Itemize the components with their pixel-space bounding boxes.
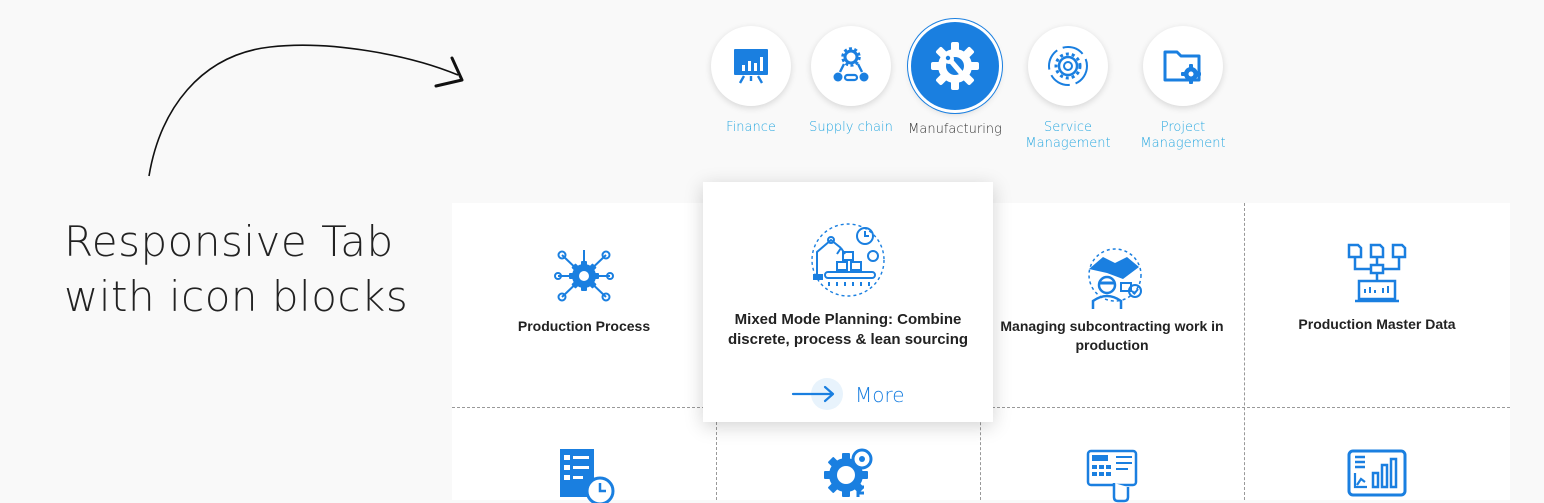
- gear-network-icon: [554, 250, 614, 302]
- handshake-worker-icon: [1088, 248, 1142, 309]
- arrow-right-icon: [791, 385, 835, 403]
- promo-line-2: with icon blocks: [64, 272, 409, 321]
- tab-bar: Finance Supply chain Manufacturing Servi…: [700, 20, 1240, 160]
- block-mixed-mode-planning[interactable]: Mixed Mode Planning: Combine discrete, p…: [703, 182, 993, 422]
- tab-manufacturing-circle: [911, 22, 999, 110]
- tab-project-management-label-line-2: Management: [1140, 136, 1226, 151]
- gear-wrench-icon: [931, 42, 979, 90]
- promo-line-1: Responsive Tab: [64, 217, 394, 266]
- control-panel-icon: [1086, 449, 1138, 503]
- tab-project-management[interactable]: Project Management: [1118, 20, 1248, 152]
- block-title: Production Process: [517, 318, 651, 334]
- schedule-list-clock-icon: [560, 449, 615, 503]
- tab-supply-chain-circle: [811, 26, 891, 106]
- promo-annotation: Responsive Tab with icon blocks: [0, 0, 480, 500]
- curved-arrow-icon: [148, 44, 464, 177]
- tab-project-management-label-line-1: Project: [1160, 120, 1206, 135]
- tab-project-management-label: Project Management: [1118, 120, 1248, 152]
- tab-service-management-label-line-1: Service: [1043, 120, 1093, 135]
- dashboard-chart-icon: [1347, 449, 1407, 497]
- block-schedule[interactable]: [452, 407, 716, 503]
- tab-manufacturing-label-line: Manufacturing: [908, 122, 1002, 137]
- data-flow-monitor-icon: [1347, 243, 1407, 303]
- folder-gear-icon: [1163, 50, 1201, 84]
- tab-finance-circle: [711, 26, 791, 106]
- more-link-label: More: [855, 383, 905, 407]
- presentation-chart-icon: [734, 49, 768, 84]
- block-title: Managing subcontracting work in producti…: [1000, 318, 1224, 353]
- gear-cycle-icon: [1048, 46, 1088, 86]
- tab-manufacturing[interactable]: Manufacturing: [890, 20, 1020, 138]
- tab-project-management-circle: [1143, 26, 1223, 106]
- robotic-assembly-line-icon: [811, 223, 885, 297]
- block-control-panel[interactable]: [980, 407, 1244, 503]
- tab-manufacturing-label: Manufacturing: [890, 122, 1020, 138]
- block-dashboard[interactable]: [1244, 407, 1510, 500]
- block-title: Mixed Mode Planning: Combine discrete, p…: [727, 311, 969, 348]
- supply-chain-network-icon: [833, 47, 869, 82]
- tab-service-management[interactable]: Service Management: [1003, 20, 1133, 152]
- tab-service-management-label-line-2: Management: [1025, 136, 1111, 151]
- promo-heading: Responsive Tab with icon blocks: [64, 214, 408, 324]
- block-production-master-data[interactable]: Production Master Data: [1244, 203, 1510, 407]
- tab-service-management-label: Service Management: [1003, 120, 1133, 152]
- block-title: Production Master Data: [1298, 316, 1456, 332]
- tab-service-management-circle: [1028, 26, 1108, 106]
- more-link[interactable]: More: [791, 378, 921, 410]
- block-production-process[interactable]: Production Process: [452, 203, 716, 407]
- block-subcontracting[interactable]: Managing subcontracting work in producti…: [980, 203, 1244, 407]
- gear-key-icon: [824, 448, 873, 497]
